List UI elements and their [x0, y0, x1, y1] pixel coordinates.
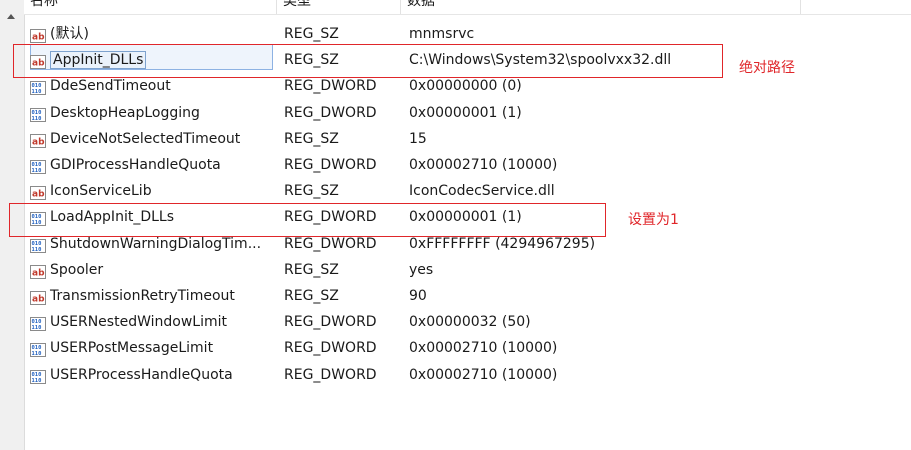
string-value-icon: ab	[30, 26, 46, 43]
value-type: REG_DWORD	[284, 104, 377, 121]
value-name-cell[interactable]: ab IconServiceLib	[30, 178, 275, 204]
value-data: yes	[409, 261, 434, 278]
value-name: USERNestedWindowLimit	[50, 314, 227, 331]
table-row[interactable]: 010 110 USERProcessHandleQuota REG_DWORD 0x0…	[24, 362, 911, 388]
table-row[interactable]: ab TransmissionRetryTimeout REG_SZ 90	[24, 283, 911, 309]
table-row[interactable]: 010 110 GDIProcessHandleQuota REG_DWORD 0x00…	[24, 152, 911, 178]
annotation-set-to-1: 设置为1	[628, 212, 679, 228]
table-row[interactable]: ab IconServiceLib REG_SZ IconCodecService.d…	[24, 178, 911, 204]
value-name-cell[interactable]: 010 110 DesktopHeapLogging	[30, 100, 275, 126]
binary-value-icon: 010 110	[30, 236, 46, 253]
string-value-icon: ab	[30, 131, 46, 148]
value-name: ShutdownWarningDialogTim...	[50, 235, 262, 252]
value-data: 0x00000001 (1)	[409, 104, 522, 121]
svg-text:ab: ab	[32, 268, 45, 278]
svg-text:110: 110	[32, 325, 42, 331]
svg-text:110: 110	[32, 351, 42, 357]
annotation-box-appinit	[13, 44, 723, 78]
value-data: 0x00002710 (10000)	[409, 340, 558, 357]
binary-value-icon: 010 110	[30, 367, 46, 384]
svg-text:ab: ab	[32, 137, 45, 147]
table-row[interactable]: ab DeviceNotSelectedTimeout REG_SZ 15	[24, 126, 911, 152]
value-type: REG_DWORD	[284, 340, 377, 357]
table-row[interactable]: 010 110 USERPostMessageLimit REG_DWORD 0x000…	[24, 335, 911, 361]
binary-value-icon: 010 110	[30, 340, 46, 358]
binary-value-icon: 010 110	[30, 78, 46, 96]
value-name-cell[interactable]: 010 110 USERPostMessageLimit	[30, 335, 275, 361]
value-type: REG_SZ	[284, 130, 339, 147]
value-name-cell[interactable]: 010 110 USERProcessHandleQuota	[30, 362, 275, 388]
table-row[interactable]: ab Spooler REG_SZ yes	[24, 257, 911, 283]
svg-text:110: 110	[32, 89, 42, 95]
value-name-cell[interactable]: ab DeviceNotSelectedTimeout	[30, 126, 275, 152]
svg-text:ab: ab	[32, 190, 45, 200]
value-type: REG_DWORD	[284, 366, 377, 383]
column-header-name[interactable]: 名称	[24, 0, 277, 14]
svg-text:110: 110	[32, 247, 42, 253]
value-name-cell[interactable]: 010 110 GDIProcessHandleQuota	[30, 152, 275, 178]
binary-value-icon: 010 110	[30, 157, 46, 174]
value-type: REG_DWORD	[284, 314, 377, 331]
svg-text:ab: ab	[32, 295, 45, 305]
string-value-icon: ab	[30, 262, 46, 279]
svg-text:110: 110	[32, 378, 42, 384]
table-row[interactable]: 010 110 DesktopHeapLogging REG_DWORD 0x00000…	[24, 100, 911, 126]
value-data: 90	[409, 288, 427, 304]
annotation-box-loadappinit	[9, 203, 606, 237]
svg-text:110: 110	[32, 168, 42, 174]
value-type: REG_SZ	[284, 288, 339, 304]
column-header-type[interactable]: 类型	[277, 0, 401, 14]
value-name: GDIProcessHandleQuota	[50, 157, 221, 173]
svg-text:ab: ab	[32, 33, 45, 43]
column-header-data[interactable]: 数据	[401, 0, 801, 14]
value-type: REG_SZ	[284, 183, 339, 200]
value-name: USERProcessHandleQuota	[50, 366, 233, 383]
string-value-icon: ab	[30, 183, 46, 201]
value-type: REG_SZ	[284, 261, 339, 278]
value-name-cell[interactable]: ab Spooler	[30, 257, 275, 283]
value-data: 0x00000032 (50)	[409, 314, 531, 331]
binary-value-icon: 010 110	[30, 105, 46, 122]
value-name: Spooler	[50, 261, 104, 278]
column-header-filler	[801, 0, 911, 14]
value-name: USERPostMessageLimit	[50, 340, 214, 357]
value-data: 0x00002710 (10000)	[409, 157, 558, 173]
value-type: REG_DWORD	[284, 157, 377, 173]
value-data: 15	[409, 130, 427, 147]
value-data: IconCodecService.dll	[409, 183, 555, 200]
value-name: DdeSendTimeout	[50, 78, 171, 95]
value-name: (默认)	[50, 26, 89, 42]
string-value-icon: ab	[30, 288, 46, 305]
value-data: 0x00002710 (10000)	[409, 366, 558, 383]
binary-value-icon: 010 110	[30, 314, 46, 332]
annotation-absolute-path: 绝对路径	[739, 60, 795, 76]
column-header-bar: 名称 类型 数据	[24, 0, 911, 15]
svg-text:110: 110	[32, 116, 42, 122]
value-name: DesktopHeapLogging	[50, 104, 200, 121]
value-name: IconServiceLib	[50, 183, 152, 200]
value-name-cell[interactable]: 010 110 USERNestedWindowLimit	[30, 309, 275, 335]
value-name: TransmissionRetryTimeout	[50, 288, 235, 304]
value-name-cell[interactable]: ab TransmissionRetryTimeout	[30, 283, 275, 309]
scroll-up-arrow-icon[interactable]	[7, 14, 15, 19]
value-name: DeviceNotSelectedTimeout	[50, 130, 241, 147]
table-row[interactable]: 010 110 USERNestedWindowLimit REG_DWORD 0x00…	[24, 309, 911, 335]
